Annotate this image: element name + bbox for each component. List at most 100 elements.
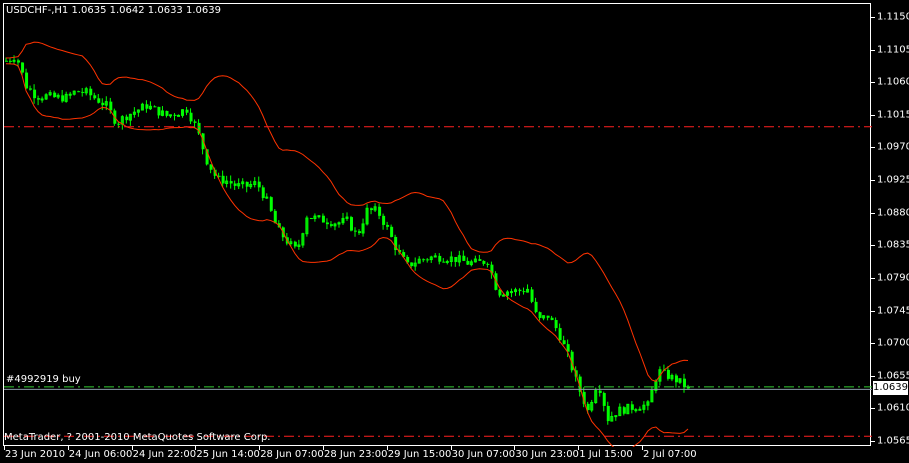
candle-bear	[350, 217, 354, 231]
candle-bear	[478, 259, 482, 261]
candle-bear	[602, 392, 606, 406]
price-tick	[871, 212, 875, 214]
candle-bear	[157, 106, 161, 116]
price-chart[interactable]	[4, 4, 872, 447]
candle-bear	[354, 230, 358, 232]
candle-bear	[466, 260, 470, 265]
candle-bear	[101, 102, 105, 106]
candle-bear	[269, 197, 273, 211]
chart-title: USDCHF-,H1 1.0635 1.0642 1.0633 1.0639	[6, 5, 221, 16]
price-tick	[871, 408, 875, 410]
candle-bull	[68, 93, 72, 96]
candle-bear	[426, 259, 430, 261]
candle-bear	[325, 222, 329, 225]
candle-bear	[522, 291, 526, 293]
candle-bear	[550, 317, 554, 321]
candle-bear	[442, 261, 446, 263]
candle-bear	[486, 263, 490, 265]
candle-bear	[193, 121, 197, 123]
price-tick	[871, 17, 875, 18]
price-tick	[871, 245, 875, 247]
candle-bear	[358, 231, 362, 234]
candle-bear	[257, 181, 261, 188]
candle-bear	[518, 289, 522, 292]
candle-bear	[93, 95, 97, 99]
candle-bear	[438, 255, 442, 262]
time-label: 29 Jun 15:00	[387, 449, 452, 460]
price-label: 1.1015	[877, 109, 909, 121]
candle-bear	[33, 89, 37, 99]
price-tick	[871, 147, 875, 149]
candle-bear	[81, 91, 85, 93]
candle-bear	[189, 112, 193, 122]
candle-bear	[109, 101, 113, 111]
candle-bull	[634, 409, 638, 412]
price-label: 1.1150	[877, 11, 909, 23]
price-label: 1.0655	[877, 370, 909, 382]
candle-bear	[674, 375, 678, 383]
bollinger-upper-band	[5, 41, 689, 382]
candle-bear	[21, 62, 25, 73]
candle-bear	[321, 215, 325, 223]
candle-bear	[482, 260, 486, 264]
price-tick	[871, 310, 875, 312]
candle-bull	[317, 215, 321, 218]
price-tick	[871, 375, 875, 377]
candle-bear	[145, 104, 149, 109]
candle-bear	[37, 98, 41, 100]
candle-bear	[89, 88, 93, 96]
candle-bear	[221, 175, 225, 184]
order-label: #4992919 buy	[6, 374, 81, 385]
price-tick	[871, 180, 875, 182]
candle-bull	[638, 408, 642, 411]
time-label: 25 Jun 14:00	[196, 449, 260, 460]
time-label: 23 Jun 2010	[5, 449, 66, 460]
candle-bear	[329, 224, 333, 226]
candle-bear	[117, 123, 121, 125]
candle-bear	[173, 114, 177, 116]
candle-bear	[390, 226, 394, 237]
current-price-label: 1.0639	[873, 381, 908, 395]
candle-bear	[606, 405, 610, 422]
candle-bear	[77, 91, 81, 93]
candle-bear	[666, 369, 670, 379]
price-label: 1.0835	[877, 239, 909, 251]
candle-bear	[29, 88, 33, 90]
candle-bear	[622, 407, 626, 414]
candle-bear	[233, 183, 237, 186]
price-label: 1.0610	[877, 402, 909, 414]
price-tick	[871, 277, 875, 279]
candle-bear	[61, 95, 65, 102]
price-label: 1.1060	[877, 76, 909, 88]
time-label: 30 Jun 07:00	[451, 449, 516, 460]
candle-bear	[370, 208, 374, 211]
candle-bear	[53, 92, 57, 98]
candle-bear	[185, 109, 189, 113]
candle-bear	[558, 328, 562, 341]
copyright-text: MetaTrader, ? 2001-2010 MetaQuotes Softw…	[4, 432, 271, 443]
price-label: 1.0925	[877, 174, 909, 186]
candle-bear	[386, 224, 390, 227]
time-label: 24 Jun 22:00	[132, 449, 197, 460]
candle-bear	[454, 257, 458, 262]
candle-bear	[309, 218, 313, 220]
price-label: 1.0745	[877, 305, 909, 317]
candle-bear	[562, 340, 566, 345]
candle-bear	[498, 289, 502, 296]
time-label: 30 Jun 23:00	[515, 449, 579, 460]
chart-area[interactable]	[3, 3, 872, 447]
candle-bear	[165, 110, 169, 116]
time-label: 24 Jun 06:00	[68, 449, 133, 460]
price-label: 1.0880	[877, 207, 909, 219]
candle-bear	[245, 181, 249, 187]
candle-bear	[462, 255, 466, 261]
candle-bear	[382, 215, 386, 225]
price-tick	[871, 343, 875, 345]
candle-bear	[25, 72, 29, 89]
candle-bear	[422, 259, 426, 261]
candle-bear	[153, 106, 157, 108]
candle-bear	[534, 301, 538, 313]
candle-bear	[261, 187, 265, 199]
candle-bear	[538, 312, 542, 318]
candle-bear	[97, 98, 101, 103]
